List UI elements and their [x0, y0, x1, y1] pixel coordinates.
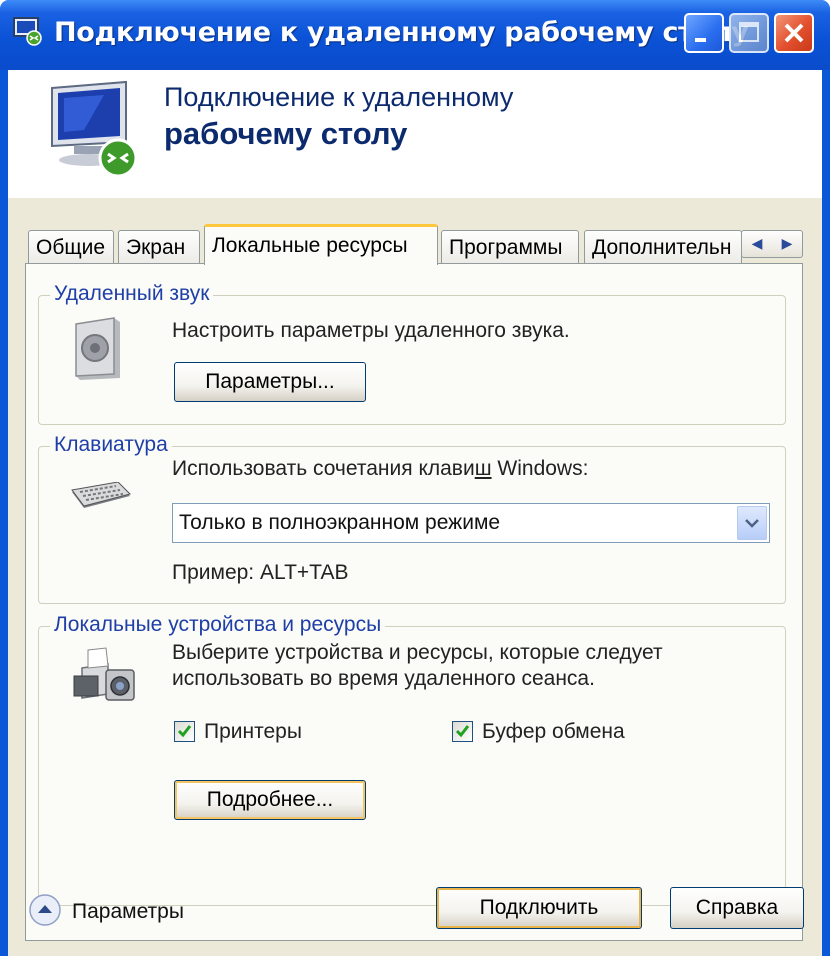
tab-general[interactable]: Общие — [28, 230, 114, 264]
close-button[interactable] — [774, 13, 814, 53]
chevron-down-icon — [745, 519, 759, 528]
close-icon — [784, 23, 804, 43]
more-details-button[interactable]: Подробнее... — [174, 780, 366, 820]
minimize-icon — [695, 38, 706, 42]
sound-params-button[interactable]: Параметры... — [174, 362, 366, 402]
local-devices-group-label: Локальные устройства и ресурсы — [50, 613, 386, 637]
window-title: Подключение к удаленному рабочему столу — [54, 17, 749, 48]
speaker-icon — [75, 317, 120, 380]
maximize-icon — [739, 22, 759, 42]
remote-sound-group — [38, 295, 786, 425]
connect-button[interactable]: Подключить — [436, 887, 642, 929]
local-devices-description-line2: использовать во время удаленного сеанса. — [172, 667, 595, 690]
tab-advanced[interactable]: Дополнительн — [584, 230, 742, 264]
minimize-button[interactable] — [684, 13, 724, 53]
header-title-line2: рабочему столу — [164, 116, 408, 151]
tab-programs[interactable]: Программы — [441, 230, 579, 264]
remote-desktop-monitor-icon — [51, 80, 138, 178]
printer-camera-icon — [73, 647, 135, 701]
remote-sound-description: Настроить параметры удаленного звука. — [172, 319, 570, 342]
tab-scroll-right-icon[interactable]: ▶ — [782, 236, 793, 252]
keyboard-icon — [71, 482, 131, 508]
rdp-app-icon — [13, 17, 42, 46]
more-details-button-label: Подробнее... — [206, 788, 334, 811]
help-button[interactable]: Справка — [670, 887, 804, 929]
keyboard-mode-select[interactable]: Только в полноэкранном режиме — [172, 503, 770, 543]
printers-checkbox[interactable] — [174, 721, 195, 742]
options-toggle-label[interactable]: Параметры — [72, 900, 184, 924]
dropdown-button[interactable] — [737, 506, 767, 540]
dialog-client-area: Подключение к удаленному рабочему столу … — [8, 70, 822, 956]
checkmark-icon — [455, 725, 470, 738]
clipboard-label[interactable]: Буфер обмена — [482, 720, 625, 744]
tab-scroll-left-icon[interactable]: ◀ — [752, 236, 763, 252]
maximize-button — [729, 13, 769, 53]
help-button-label: Справка — [695, 896, 779, 919]
rdp-window: Подключение к удаленному рабочему столу … — [0, 0, 830, 956]
options-toggle-icon[interactable] — [28, 893, 62, 927]
tab-local-resources[interactable]: Локальные ресурсы — [204, 224, 438, 265]
checkmark-icon — [177, 725, 192, 738]
title-bar[interactable]: Подключение к удаленному рабочему столу — [0, 0, 830, 70]
header-title-line1: Подключение к удаленному — [164, 82, 514, 112]
keyboard-example-text: Пример: ALT+TAB — [172, 561, 349, 584]
local-devices-description-line1: Выберите устройства и ресурсы, которые с… — [172, 641, 663, 664]
clipboard-checkbox[interactable] — [452, 721, 473, 742]
tab-panel-local-resources: Удаленный звук Настроить параметры удале… — [25, 263, 803, 941]
dialog-header: Подключение к удаленному рабочему столу — [8, 70, 822, 198]
keyboard-group-label: Клавиатура — [50, 433, 172, 457]
tab-display[interactable]: Экран — [118, 230, 200, 264]
sound-params-button-label: Параметры... — [205, 370, 335, 393]
tab-scroll-buttons: ◀ ▶ — [741, 230, 803, 258]
printers-label[interactable]: Принтеры — [204, 720, 302, 744]
remote-sound-group-label: Удаленный звук — [50, 282, 214, 306]
keyboard-mode-value: Только в полноэкранном режиме — [179, 511, 501, 534]
connect-button-label: Подключить — [479, 896, 599, 919]
keyboard-shortcuts-label: Использовать сочетания клавиш Windows: — [172, 457, 589, 480]
